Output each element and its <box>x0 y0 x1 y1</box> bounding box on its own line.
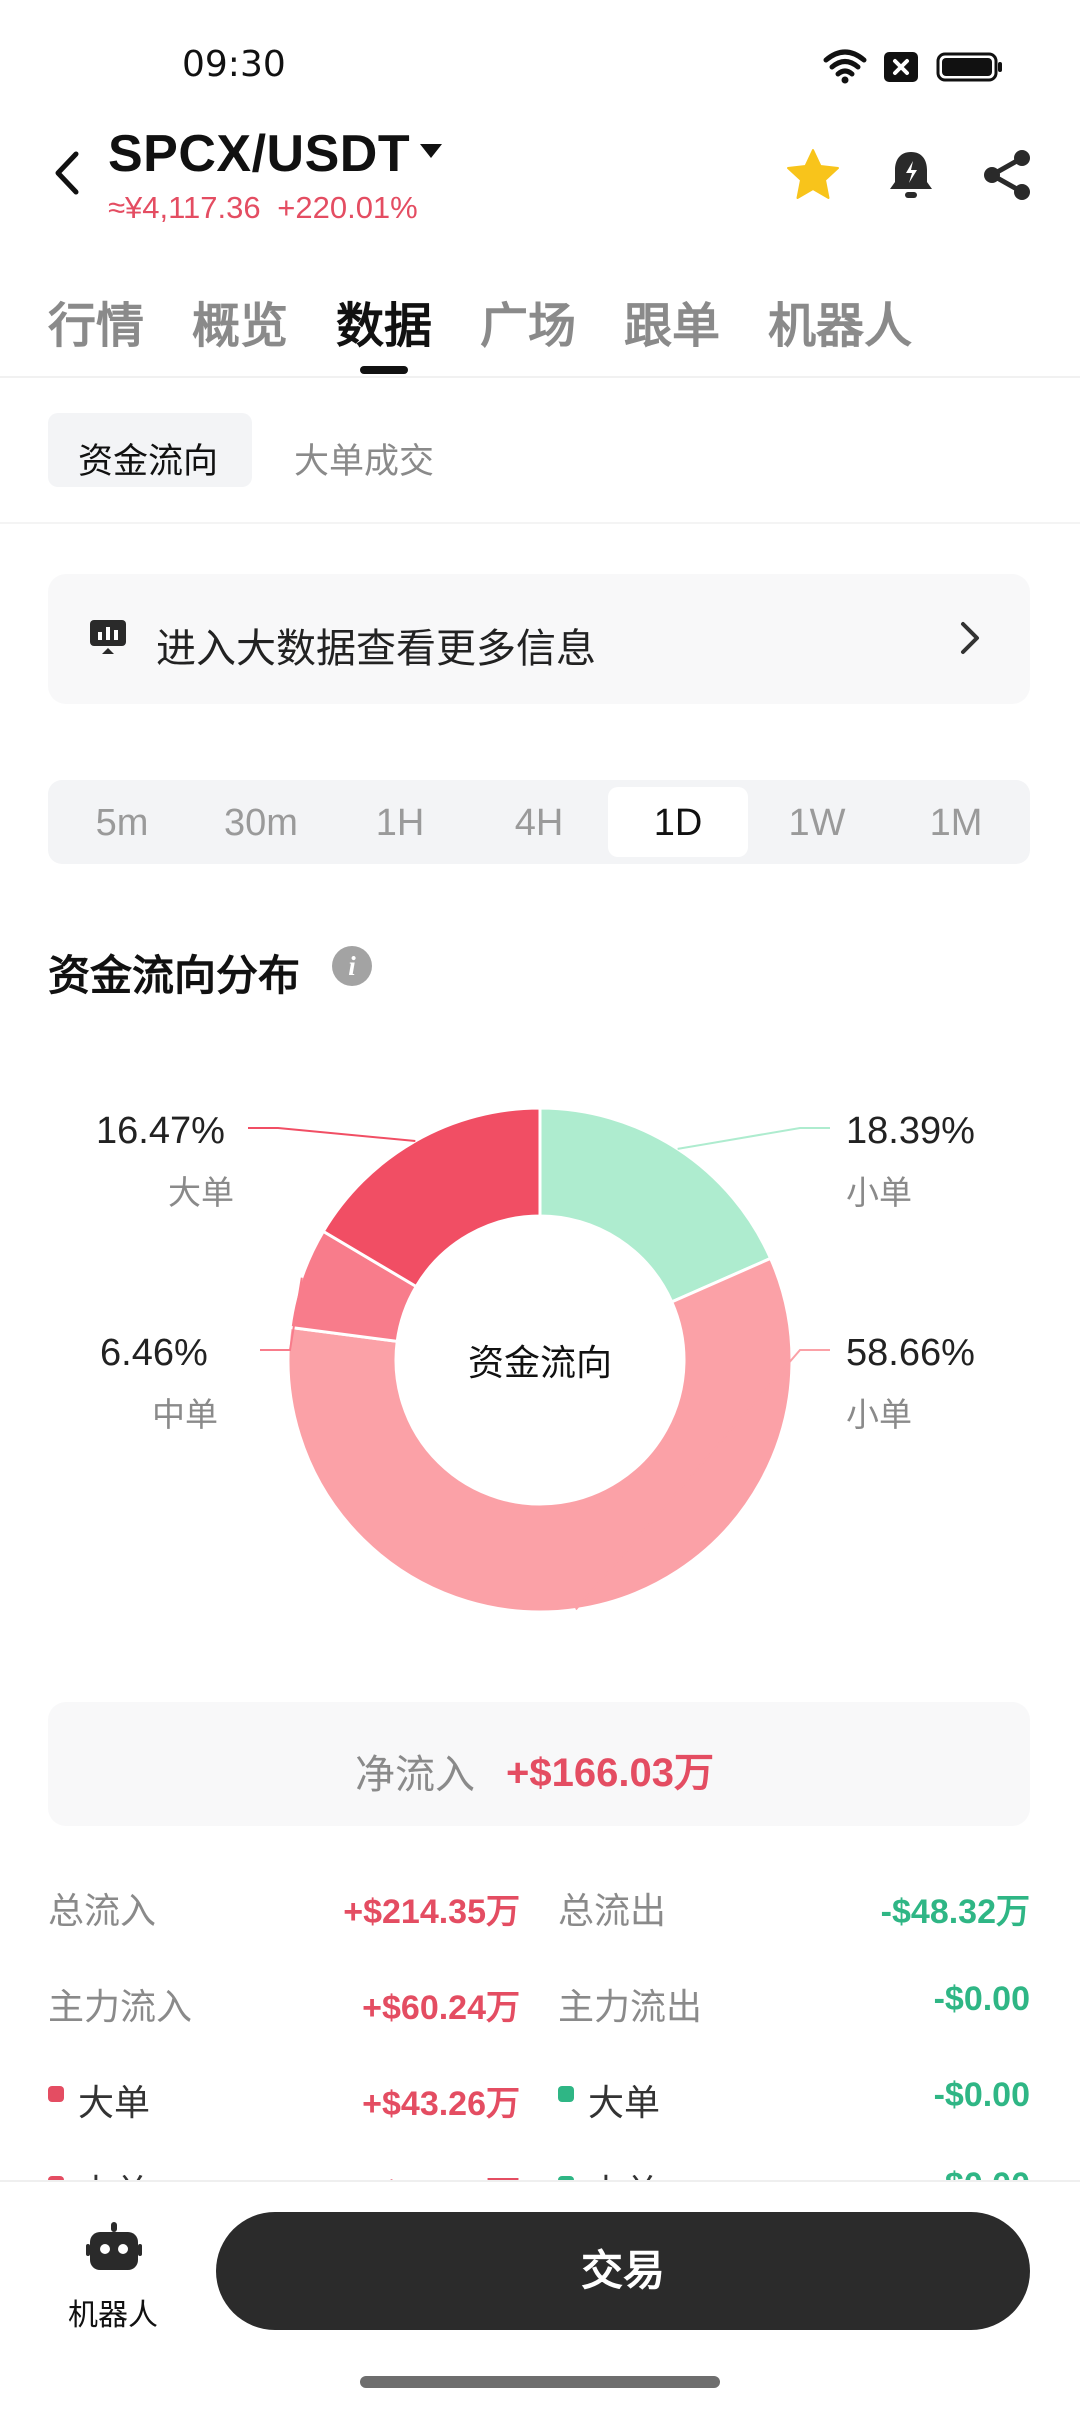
active-tab-indicator <box>360 366 408 374</box>
large-outflow-dot <box>558 2086 574 2102</box>
wifi-icon <box>823 49 867 84</box>
main-inflow-value: +$60.24万 <box>362 1989 520 2027</box>
total-outflow-value: -$48.32万 <box>880 1893 1030 1931</box>
total-outflow-label: 总流出 <box>558 1891 667 1932</box>
main-inflow-label: 主力流入 <box>48 1987 193 2028</box>
interval-4h[interactable]: 4H <box>479 802 599 845</box>
pair-title[interactable]: SPCX/USDT <box>108 124 410 184</box>
trade-button[interactable]: 交易 <box>216 2212 1030 2330</box>
back-arrow-icon[interactable] <box>48 148 88 198</box>
share-icon[interactable] <box>978 146 1036 204</box>
robot-icon[interactable] <box>86 2222 142 2274</box>
tab-market[interactable]: 行情 <box>48 286 144 356</box>
interval-1m[interactable]: 1M <box>896 802 1016 845</box>
section-title: 资金流向分布 <box>48 951 301 1000</box>
net-flow-value: +$166.03万 <box>506 1751 714 1795</box>
tab-copy-trade[interactable]: 跟单 <box>624 286 720 356</box>
main-outflow-value: -$0.00 <box>933 1980 1030 2018</box>
subtab-large-trades[interactable]: 大单成交 <box>294 433 434 484</box>
battery-icon <box>936 52 1002 82</box>
slice-label-large-cat: 大单 <box>168 1173 234 1212</box>
slice-label-small-a-pct: 18.39% <box>846 1110 975 1152</box>
large-outflow-label: 大单 <box>588 2083 661 2124</box>
interval-1w[interactable]: 1W <box>757 802 877 845</box>
section-divider <box>0 522 1080 524</box>
tab-overview[interactable]: 概览 <box>192 286 288 356</box>
slice-label-small-b-cat: 小单 <box>846 1395 912 1434</box>
total-inflow-value: +$214.35万 <box>343 1893 520 1931</box>
large-inflow-value: +$43.26万 <box>362 2085 520 2123</box>
main-outflow-label: 主力流出 <box>558 1987 703 2028</box>
home-indicator <box>360 2376 720 2388</box>
tab-data[interactable]: 数据 <box>336 286 432 356</box>
large-inflow-label: 大单 <box>78 2083 151 2124</box>
interval-1h[interactable]: 1H <box>340 802 460 845</box>
chart-screen-icon <box>90 620 126 654</box>
interval-30m[interactable]: 30m <box>201 802 321 845</box>
price-row: ≈¥4,117.36 +220.01% <box>108 190 418 226</box>
interval-5m[interactable]: 5m <box>62 802 182 845</box>
leader-line-small-a <box>677 1127 830 1150</box>
price-change: +220.01% <box>277 190 418 225</box>
banner-text: 进入大数据查看更多信息 <box>156 626 596 672</box>
total-inflow-label: 总流入 <box>48 1891 157 1932</box>
net-flow-label: 净流入 <box>355 1752 475 1798</box>
tab-square[interactable]: 广场 <box>480 286 576 356</box>
sim-disabled-icon <box>884 52 918 82</box>
interval-1d[interactable]: 1D <box>618 802 738 845</box>
tabs-divider <box>0 376 1080 378</box>
slice-label-mid-cat: 中单 <box>152 1395 218 1434</box>
status-time: 09:30 <box>182 44 286 85</box>
subtab-fund-flow[interactable]: 资金流向 <box>78 433 218 484</box>
tab-robot[interactable]: 机器人 <box>768 286 912 356</box>
slice-label-small-b-pct: 58.66% <box>846 1332 975 1374</box>
chevron-right-icon <box>961 622 979 654</box>
price-alert-bell-icon[interactable] <box>882 146 940 204</box>
slice-label-small-a-cat: 小单 <box>846 1173 912 1212</box>
price-cny: ≈¥4,117.36 <box>108 190 261 225</box>
large-outflow-value: -$0.00 <box>933 2076 1030 2114</box>
slice-label-mid-pct: 6.46% <box>100 1332 208 1374</box>
favorite-star-icon[interactable] <box>784 146 842 204</box>
leader-line-large <box>248 1127 416 1142</box>
slice-label-large-pct: 16.47% <box>96 1110 225 1152</box>
large-inflow-dot <box>48 2086 64 2102</box>
robot-label[interactable]: 机器人 <box>68 2290 158 2334</box>
pair-dropdown-icon[interactable] <box>418 142 444 160</box>
info-icon[interactable]: i <box>332 946 372 986</box>
